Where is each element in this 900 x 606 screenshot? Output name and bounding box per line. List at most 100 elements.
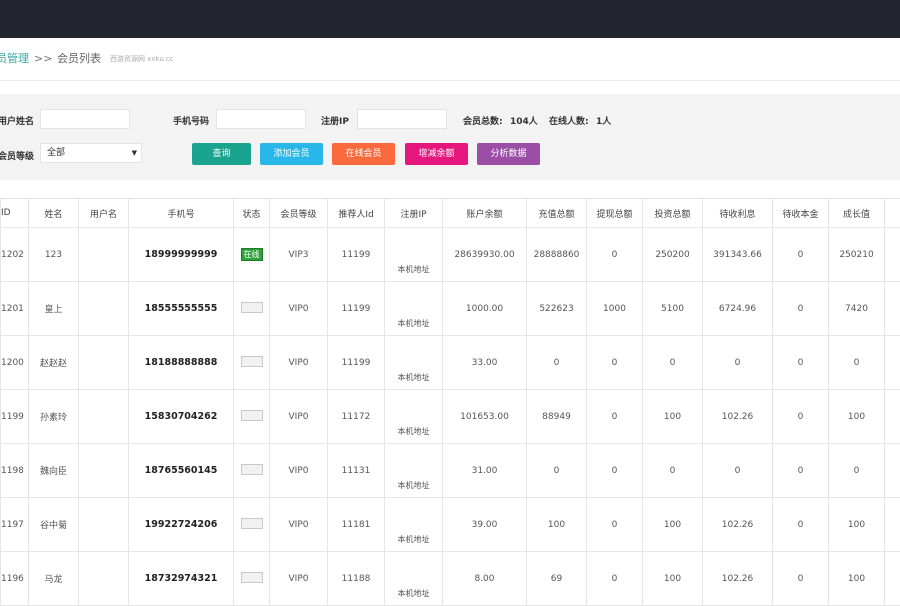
- cell-principal: 0: [773, 336, 829, 390]
- cell-phone: 18732974321: [129, 552, 234, 606]
- column-header: 投资总额: [643, 199, 703, 228]
- table-row[interactable]: 1199孙素玲15830704262VIP011172本机地址101653.00…: [1, 390, 900, 444]
- cell-ip: 本机地址: [385, 336, 443, 390]
- cell-balance: 1000.00: [443, 282, 527, 336]
- cell-growth: 7420: [829, 282, 885, 336]
- cell-name: 孙素玲: [29, 390, 79, 444]
- cell-withdraw: 0: [587, 390, 643, 444]
- cell-name: 皇上: [29, 282, 79, 336]
- cell-balance: 28639930.00: [443, 228, 527, 282]
- cell-principal: 0: [773, 444, 829, 498]
- cell-username: [79, 282, 129, 336]
- cell-recharge: 28888860: [527, 228, 587, 282]
- cell-id: 1197: [1, 498, 29, 552]
- cell-balance: 8.00: [443, 552, 527, 606]
- cell-recharge: 0: [527, 336, 587, 390]
- status-offline-badge: [241, 518, 263, 529]
- adjust-balance-button[interactable]: 增减余额: [405, 143, 468, 165]
- total-members-value: 104人: [510, 114, 538, 127]
- cell-withdraw: 0: [587, 336, 643, 390]
- cell-name: 马龙: [29, 552, 79, 606]
- cell-invest: 100: [643, 498, 703, 552]
- cell-recharge: 88949: [527, 390, 587, 444]
- breadcrumb-parent[interactable]: 员管理: [0, 38, 29, 80]
- username-input[interactable]: [40, 109, 130, 129]
- cell-status: 在线: [234, 228, 270, 282]
- cell-level: VIP0: [270, 552, 328, 606]
- cell-id: 1196: [1, 552, 29, 606]
- cell-phone: 18999999999: [129, 228, 234, 282]
- cell-id: 1202: [1, 228, 29, 282]
- cell-level: VIP0: [270, 282, 328, 336]
- column-header: 待收利息: [703, 199, 773, 228]
- cell-growth: 0: [829, 336, 885, 390]
- ip-input[interactable]: [357, 109, 447, 129]
- cell-interest: 102.26: [703, 552, 773, 606]
- cell-extra: [885, 552, 900, 606]
- cell-level: VIP0: [270, 336, 328, 390]
- cell-referrer: 11199: [328, 282, 385, 336]
- cell-extra: [885, 444, 900, 498]
- table-row[interactable]: 1198魏向臣18765560145VIP011131本机地址31.000000…: [1, 444, 900, 498]
- cell-growth: 100: [829, 552, 885, 606]
- online-members-button[interactable]: 在线会员: [332, 143, 395, 165]
- cell-referrer: 11172: [328, 390, 385, 444]
- cell-principal: 0: [773, 390, 829, 444]
- cell-interest: 102.26: [703, 498, 773, 552]
- cell-extra: [885, 390, 900, 444]
- member-table: ID姓名用户名手机号状态会员等级推荐人Id注册IP账户余额充值总额提现总额投资总…: [0, 198, 900, 600]
- cell-status: [234, 282, 270, 336]
- cell-balance: 31.00: [443, 444, 527, 498]
- ip-text: 本机地址: [385, 372, 442, 389]
- table-row[interactable]: 1197谷中菊19922724206VIP011181本机地址39.001000…: [1, 498, 900, 552]
- query-button[interactable]: 查询: [192, 143, 251, 165]
- top-navbar: [0, 0, 900, 38]
- cell-interest: 6724.96: [703, 282, 773, 336]
- total-members-label: 会员总数:: [463, 114, 503, 127]
- column-header: 用户名: [79, 199, 129, 228]
- table-row[interactable]: 120212318999999999在线VIP311199本机地址2863993…: [1, 228, 900, 282]
- cell-invest: 250200: [643, 228, 703, 282]
- online-count-value: 1人: [596, 114, 611, 127]
- cell-name: 谷中菊: [29, 498, 79, 552]
- filter-panel: 用户姓名 手机号码 注册IP 会员总数: 104人 在线人数: 1人 会员等级 …: [0, 94, 900, 180]
- column-header: 注册IP: [385, 199, 443, 228]
- cell-status: [234, 498, 270, 552]
- cell-ip: 本机地址: [385, 552, 443, 606]
- cell-status: [234, 390, 270, 444]
- phone-input[interactable]: [216, 109, 306, 129]
- cell-withdraw: 0: [587, 498, 643, 552]
- username-label: 用户姓名: [0, 114, 34, 127]
- cell-phone: 19922724206: [129, 498, 234, 552]
- cell-withdraw: 0: [587, 228, 643, 282]
- cell-name: 123: [29, 228, 79, 282]
- cell-recharge: 69: [527, 552, 587, 606]
- cell-growth: 0: [829, 444, 885, 498]
- status-offline-badge: [241, 464, 263, 475]
- cell-interest: 0: [703, 444, 773, 498]
- cell-extra: [885, 228, 900, 282]
- table-row[interactable]: 1201皇上18555555555VIP011199本机地址1000.00522…: [1, 282, 900, 336]
- column-header: 手机号: [129, 199, 234, 228]
- cell-growth: 100: [829, 390, 885, 444]
- table-row[interactable]: 1196马龙18732974321VIP011188本机地址8.00690100…: [1, 552, 900, 606]
- cell-username: [79, 444, 129, 498]
- cell-username: [79, 498, 129, 552]
- cell-principal: 0: [773, 282, 829, 336]
- add-member-button[interactable]: 添加会员: [260, 143, 323, 165]
- cell-interest: 0: [703, 336, 773, 390]
- ip-text: 本机地址: [385, 426, 442, 443]
- column-header: 姓名: [29, 199, 79, 228]
- cell-ip: 本机地址: [385, 498, 443, 552]
- cell-withdraw: 1000: [587, 282, 643, 336]
- cell-principal: 0: [773, 552, 829, 606]
- table-row[interactable]: 1200赵赵赵18188888888VIP011199本机地址33.000000…: [1, 336, 900, 390]
- level-select[interactable]: 全部 ▼: [40, 143, 142, 163]
- cell-name: 赵赵赵: [29, 336, 79, 390]
- column-header: 推荐人Id: [328, 199, 385, 228]
- cell-username: [79, 390, 129, 444]
- cell-phone: 18555555555: [129, 282, 234, 336]
- breadcrumb-current: 会员列表: [57, 38, 101, 80]
- analysis-button[interactable]: 分析数据: [477, 143, 540, 165]
- cell-level: VIP0: [270, 498, 328, 552]
